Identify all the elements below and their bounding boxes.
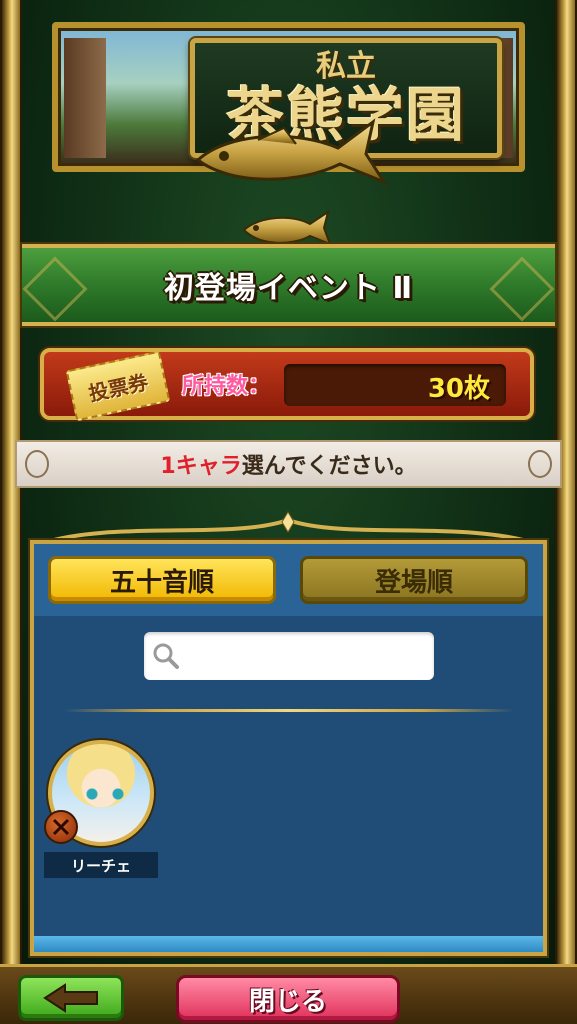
- tab-appearance-order[interactable]: 登場順: [300, 556, 528, 604]
- sort-tabs: 五十音順 登場順: [34, 544, 543, 616]
- character-select-panel: 五十音順 登場順 リーチェ: [30, 540, 547, 956]
- panel-bottom-strip: [34, 936, 543, 952]
- instruction-rest: 選んでください。: [241, 454, 417, 479]
- character-name: リーチェ: [44, 852, 158, 878]
- building-left: [64, 38, 106, 158]
- instruction-text: 1キャラ選んでください。: [160, 448, 416, 480]
- search-box[interactable]: [144, 632, 434, 680]
- crossed-weapons-icon: [52, 818, 70, 836]
- logo-subtitle: 私立: [316, 49, 376, 84]
- back-arrow-icon: [43, 983, 98, 1013]
- instruction-accent: 1キャラ: [160, 454, 242, 479]
- search-input[interactable]: [184, 640, 424, 670]
- ornament-right: [528, 450, 552, 478]
- back-button[interactable]: [18, 975, 124, 1021]
- event-title: 初登場イベント Ⅱ: [163, 271, 414, 306]
- class-badge-icon: [44, 810, 78, 844]
- bottom-bar: 閉じる: [0, 964, 577, 1024]
- ticket-owned-label: 所持数：: [182, 374, 271, 399]
- ticket-count-box: 30枚: [284, 364, 506, 406]
- search-icon: [153, 643, 179, 669]
- close-button[interactable]: 閉じる: [176, 975, 400, 1023]
- fish-emblem-icon: [195, 118, 388, 186]
- ticket-count-bar: 投票券 所持数： 30枚: [40, 348, 534, 422]
- event-title-banner: 初登場イベント Ⅱ: [22, 244, 555, 326]
- vote-ticket-label: 投票券: [86, 369, 151, 406]
- instruction-bar: 1キャラ選んでください。: [15, 440, 562, 488]
- small-fish-icon: [242, 209, 332, 246]
- character-eyes: [86, 788, 124, 800]
- ornament-left: [25, 450, 49, 478]
- tab-gojuon-order[interactable]: 五十音順: [48, 556, 276, 604]
- divider: [64, 709, 514, 712]
- vote-ticket-icon: 投票券: [65, 350, 171, 422]
- ticket-count-value: 30枚: [427, 374, 490, 404]
- character-card[interactable]: リーチェ: [44, 740, 160, 880]
